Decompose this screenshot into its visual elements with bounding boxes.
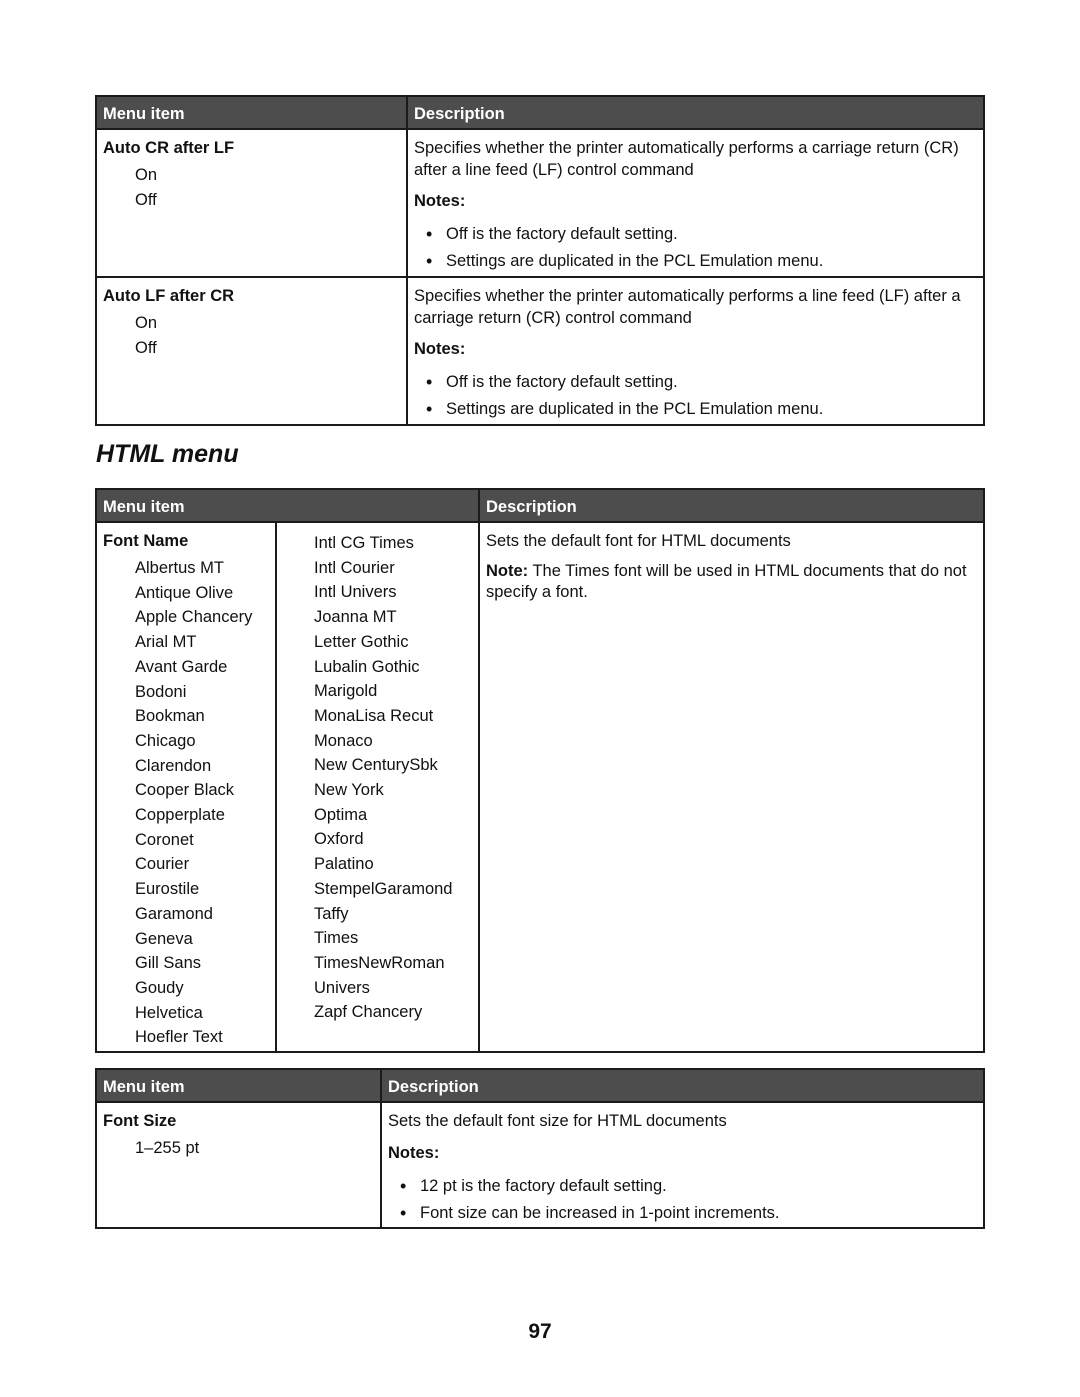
font-option: Antique Olive bbox=[135, 583, 234, 602]
menu-option: On bbox=[135, 314, 158, 332]
table-header: Menu item Description bbox=[97, 1070, 983, 1103]
note-item: Font size can be increased in 1-point in… bbox=[388, 1200, 977, 1227]
font-option: Cooper Black bbox=[135, 781, 235, 800]
header-description: Description bbox=[478, 490, 983, 521]
font-option: Courier bbox=[135, 855, 190, 874]
font-option: Helvetica bbox=[135, 1003, 203, 1022]
font-option: Bodoni bbox=[135, 682, 187, 701]
font-option: Intl Courier bbox=[314, 558, 395, 577]
table-row: Auto LF after CR On Off Specifies whethe… bbox=[97, 278, 983, 424]
notes-label: Notes: bbox=[388, 1143, 440, 1162]
table-header: Menu item Description bbox=[97, 490, 983, 523]
note-item: Off is the factory default setting. bbox=[414, 369, 977, 396]
font-option: StempelGaramond bbox=[314, 879, 453, 898]
font-option: Palatino bbox=[314, 855, 374, 874]
font-list-col-2: Intl CG Times Intl Courier Intl Univers Joa… bbox=[275, 523, 478, 1051]
font-option: Taffy bbox=[314, 904, 349, 923]
table-row: Font Name Albertus MT Antique Olive Apple … bbox=[97, 523, 983, 1051]
font-option: Hoefler Text bbox=[135, 1028, 223, 1047]
font-option: Coronet bbox=[135, 830, 194, 849]
description-cell: Sets the default font for HTML documents… bbox=[478, 523, 983, 1051]
section-title: HTML menu bbox=[96, 440, 239, 468]
description-text: Sets the default font for HTML documents bbox=[486, 532, 791, 550]
menu-option: Off bbox=[135, 338, 157, 357]
notes-label: Notes: bbox=[414, 192, 466, 210]
menu-option: On bbox=[135, 166, 158, 184]
menu-item-title: Auto LF after CR bbox=[103, 287, 235, 305]
font-option: Copperplate bbox=[135, 806, 225, 825]
note-item: 12 pt is the factory default setting. bbox=[388, 1173, 977, 1200]
font-option: Lubalin Gothic bbox=[314, 657, 420, 676]
description-text: Specifies whether the printer automatica… bbox=[414, 287, 961, 327]
font-option: Gill Sans bbox=[135, 954, 202, 973]
header-description: Description bbox=[380, 1070, 983, 1101]
font-option: Avant Garde bbox=[135, 657, 228, 676]
note-text: Note: The Times font will be used in HTM… bbox=[486, 561, 977, 604]
font-option: Arial MT bbox=[135, 633, 197, 652]
description-cell: Specifies whether the printer automatica… bbox=[406, 278, 983, 424]
font-option: Geneva bbox=[135, 929, 193, 948]
font-option: New York bbox=[314, 781, 384, 800]
font-option: Apple Chancery bbox=[135, 608, 253, 627]
font-option: Univers bbox=[314, 978, 370, 997]
menu-item-cell: Auto LF after CR On Off bbox=[97, 278, 406, 424]
font-option: TimesNewRoman bbox=[314, 953, 445, 972]
menu-item-cell: Auto CR after LF On Off bbox=[97, 130, 406, 276]
note-item: Settings are duplicated in the PCL Emula… bbox=[414, 396, 977, 423]
menu-option: Off bbox=[135, 190, 157, 209]
table-row: Font Size 1–255 pt Sets the default font… bbox=[97, 1103, 983, 1227]
font-option: Times bbox=[314, 929, 359, 948]
notes-list: Off is the factory default setting. Sett… bbox=[414, 369, 977, 423]
header-description: Description bbox=[406, 97, 983, 128]
header-menu-item: Menu item bbox=[103, 1078, 185, 1096]
font-option: Clarendon bbox=[135, 756, 212, 775]
table-header: Menu item Description bbox=[97, 97, 983, 130]
font-option: MonaLisa Recut bbox=[314, 706, 434, 725]
note-item: Off is the factory default setting. bbox=[414, 221, 977, 248]
font-option: Intl CG Times bbox=[314, 534, 414, 552]
font-option: Goudy bbox=[135, 978, 184, 997]
note-label: Note: bbox=[486, 561, 529, 580]
font-option: Albertus MT bbox=[135, 559, 224, 577]
menu-option: 1–255 pt bbox=[135, 1139, 200, 1157]
note-item: Settings are duplicated in the PCL Emula… bbox=[414, 248, 977, 275]
font-option: Optima bbox=[314, 805, 368, 824]
description-text: Sets the default font size for HTML docu… bbox=[388, 1112, 727, 1130]
font-option: Oxford bbox=[314, 830, 364, 849]
font-option: Marigold bbox=[314, 682, 378, 701]
description-text: Specifies whether the printer automatica… bbox=[414, 139, 959, 179]
font-option: Bookman bbox=[135, 707, 205, 726]
note-body: The Times font will be used in HTML docu… bbox=[486, 561, 967, 602]
menu-item-title: Font Name bbox=[103, 532, 189, 550]
page-number: 97 bbox=[528, 1320, 552, 1343]
font-option: New CenturySbk bbox=[314, 756, 438, 775]
font-option: Zapf Chancery bbox=[314, 1003, 423, 1022]
font-options: Albertus MT Antique Olive Apple Chancery Ar… bbox=[103, 556, 269, 1050]
menu-table-emulation: Menu item Description Auto CR after LF O… bbox=[95, 95, 985, 426]
font-option: Eurostile bbox=[135, 880, 200, 899]
font-option: Intl Univers bbox=[314, 583, 397, 602]
header-menu-item: Menu item bbox=[103, 498, 185, 516]
notes-list: Off is the factory default setting. Sett… bbox=[414, 221, 977, 275]
notes-list: 12 pt is the factory default setting. Fo… bbox=[388, 1173, 977, 1227]
menu-table-font-name: Menu item Description Font Name Albertus… bbox=[95, 488, 985, 1053]
font-option: Letter Gothic bbox=[314, 632, 409, 651]
font-option: Monaco bbox=[314, 731, 373, 750]
font-options: Intl CG Times Intl Courier Intl Univers Joa… bbox=[314, 531, 472, 1025]
menu-item-title: Auto CR after LF bbox=[103, 139, 235, 157]
notes-label: Notes: bbox=[414, 340, 466, 358]
description-cell: Specifies whether the printer automatica… bbox=[406, 130, 983, 276]
description-cell: Sets the default font size for HTML docu… bbox=[380, 1103, 983, 1227]
font-option: Chicago bbox=[135, 731, 196, 750]
font-option: Garamond bbox=[135, 904, 213, 923]
header-menu-item: Menu item bbox=[103, 105, 185, 123]
menu-item-cell: Font Size 1–255 pt bbox=[97, 1103, 380, 1227]
font-list-col-1: Font Name Albertus MT Antique Olive Apple … bbox=[97, 523, 275, 1051]
table-row: Auto CR after LF On Off Specifies whethe… bbox=[97, 130, 983, 278]
font-option: Joanna MT bbox=[314, 608, 397, 627]
menu-item-title: Font Size bbox=[103, 1112, 177, 1130]
menu-table-font-size: Menu item Description Font Size 1–255 pt… bbox=[95, 1068, 985, 1229]
